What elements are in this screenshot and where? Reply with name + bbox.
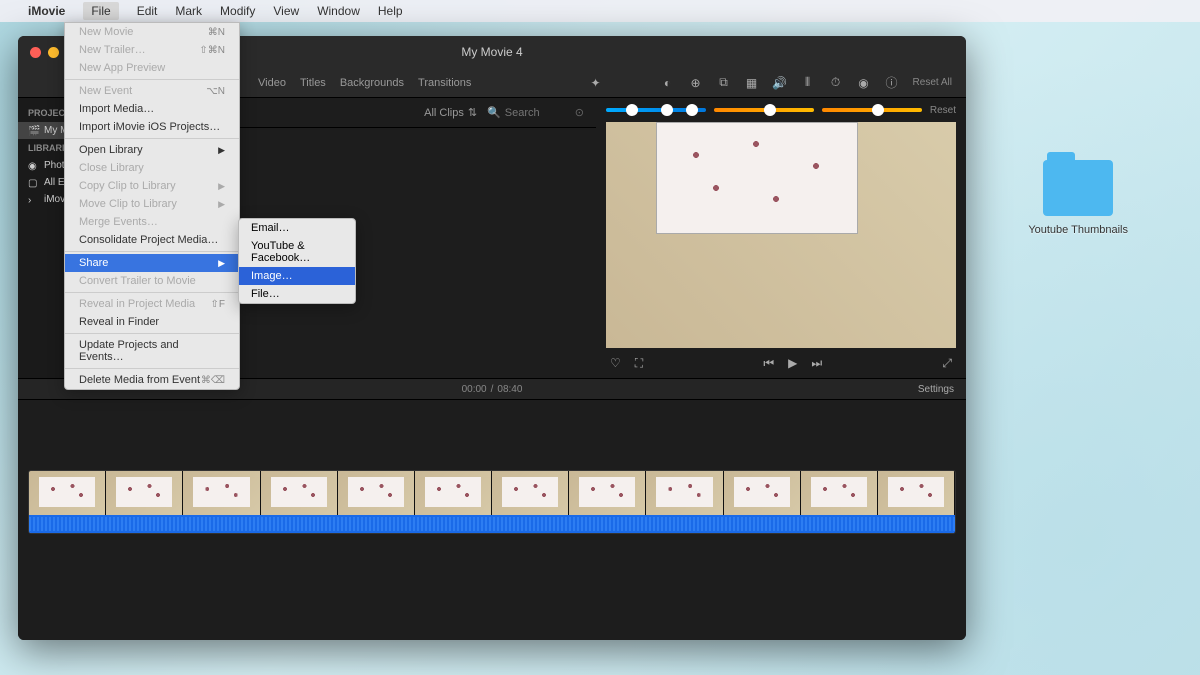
menu-view[interactable]: View [273, 4, 299, 18]
options-icon[interactable]: ⊙ [575, 106, 584, 119]
menu-edit[interactable]: Edit [137, 4, 158, 18]
video-clip[interactable] [28, 470, 956, 534]
timeline-settings-button[interactable]: Settings [918, 384, 954, 395]
info-icon[interactable]: ⓘ [885, 76, 899, 90]
menu-update-projects[interactable]: Update Projects and Events… [65, 336, 239, 366]
folder-icon [1043, 160, 1113, 216]
highlights-slider[interactable] [822, 108, 922, 112]
share-image[interactable]: Image… [239, 267, 355, 285]
shadows-slider[interactable] [606, 108, 706, 112]
menu-new-movie[interactable]: New Movie⌘N [65, 23, 239, 41]
share-submenu: Email… YouTube & Facebook… Image… File… [238, 218, 356, 304]
menu-window[interactable]: Window [317, 4, 360, 18]
volume-icon[interactable]: 🔊 [773, 76, 787, 90]
menu-delete-media[interactable]: Delete Media from Event⌘⌫ [65, 371, 239, 389]
menu-file[interactable]: File [83, 2, 118, 20]
current-time: 00:00 [462, 384, 487, 395]
noise-icon[interactable]: ⫴ [801, 76, 815, 90]
sliders-reset-button[interactable]: Reset [930, 105, 956, 116]
updown-icon: ⇅ [468, 106, 477, 119]
crop-icon[interactable]: ⧉ [717, 76, 731, 90]
filter-icon[interactable]: ◉ [857, 76, 871, 90]
prev-button[interactable]: ⏮ [763, 356, 774, 371]
reset-all-button[interactable]: Reset All [913, 77, 952, 88]
search-input[interactable] [505, 107, 565, 119]
search-icon: 🔍 [487, 106, 501, 119]
next-button[interactable]: ⏭ [811, 356, 822, 371]
menu-import-ios[interactable]: Import iMovie iOS Projects… [65, 118, 239, 136]
stabilize-icon[interactable]: ▦ [745, 76, 759, 90]
desktop-folder[interactable]: Youtube Thumbnails [1028, 160, 1128, 236]
viewer-panel: Reset ♡ ⛶ ⏮ ▶ ⏭ ⤢ [596, 98, 966, 378]
square-icon: ▢ [28, 178, 38, 188]
tab-backgrounds[interactable]: Backgrounds [340, 77, 404, 89]
tab-transitions[interactable]: Transitions [418, 77, 471, 89]
circle-icon: ◉ [28, 161, 38, 171]
tab-titles[interactable]: Titles [300, 77, 326, 89]
menu-copy-clip[interactable]: Copy Clip to Library▶ [65, 177, 239, 195]
fit-icon[interactable]: ⛶ [635, 356, 643, 371]
macos-menubar: iMovie File Edit Mark Modify View Window… [0, 0, 1200, 22]
menu-open-library[interactable]: Open Library▶ [65, 141, 239, 159]
share-file[interactable]: File… [239, 285, 355, 303]
share-email[interactable]: Email… [239, 219, 355, 237]
menu-move-clip[interactable]: Move Clip to Library▶ [65, 195, 239, 213]
play-button[interactable]: ▶ [788, 356, 797, 370]
menu-import-media[interactable]: Import Media… [65, 100, 239, 118]
color-correction-icon[interactable]: ⊕ [689, 76, 703, 90]
menu-share[interactable]: Share▶ [65, 254, 239, 272]
total-time: 08:40 [497, 384, 522, 395]
menu-help[interactable]: Help [378, 4, 403, 18]
midtones-slider[interactable] [714, 108, 814, 112]
folder-label: Youtube Thumbnails [1028, 224, 1128, 236]
menu-reveal-project[interactable]: Reveal in Project Media⇧F [65, 295, 239, 313]
timeline[interactable] [18, 400, 966, 640]
menu-close-library[interactable]: Close Library [65, 159, 239, 177]
menu-modify[interactable]: Modify [220, 4, 255, 18]
color-balance-icon[interactable]: ◐ [661, 76, 675, 90]
menu-reveal-finder[interactable]: Reveal in Finder [65, 313, 239, 331]
window-title: My Movie 4 [461, 45, 522, 59]
tab-video[interactable]: Video [258, 77, 286, 89]
video-preview[interactable] [606, 122, 956, 348]
audio-waveform[interactable] [29, 515, 955, 533]
movie-icon: 🎬 [28, 126, 38, 136]
menu-new-event[interactable]: New Event⌥N [65, 82, 239, 100]
chevron-right-icon: › [28, 195, 38, 205]
favorite-icon[interactable]: ♡ [610, 356, 621, 370]
speed-icon[interactable]: ⏱ [829, 76, 843, 90]
fullscreen-icon[interactable]: ⤢ [942, 356, 952, 371]
clips-filter-button[interactable]: All Clips⇅ [424, 106, 477, 119]
file-menu-dropdown: New Movie⌘N New Trailer…⇧⌘N New App Prev… [64, 22, 240, 390]
menu-convert-trailer[interactable]: Convert Trailer to Movie [65, 272, 239, 290]
menu-new-app-preview[interactable]: New App Preview [65, 59, 239, 77]
close-window-button[interactable] [30, 47, 41, 58]
app-name[interactable]: iMovie [28, 4, 65, 18]
magic-wand-icon[interactable]: ✦ [589, 76, 603, 90]
menu-mark[interactable]: Mark [175, 4, 202, 18]
menu-new-trailer[interactable]: New Trailer…⇧⌘N [65, 41, 239, 59]
menu-merge-events[interactable]: Merge Events… [65, 213, 239, 231]
menu-consolidate[interactable]: Consolidate Project Media… [65, 231, 239, 249]
share-youtube-facebook[interactable]: YouTube & Facebook… [239, 237, 355, 267]
minimize-window-button[interactable] [48, 47, 59, 58]
